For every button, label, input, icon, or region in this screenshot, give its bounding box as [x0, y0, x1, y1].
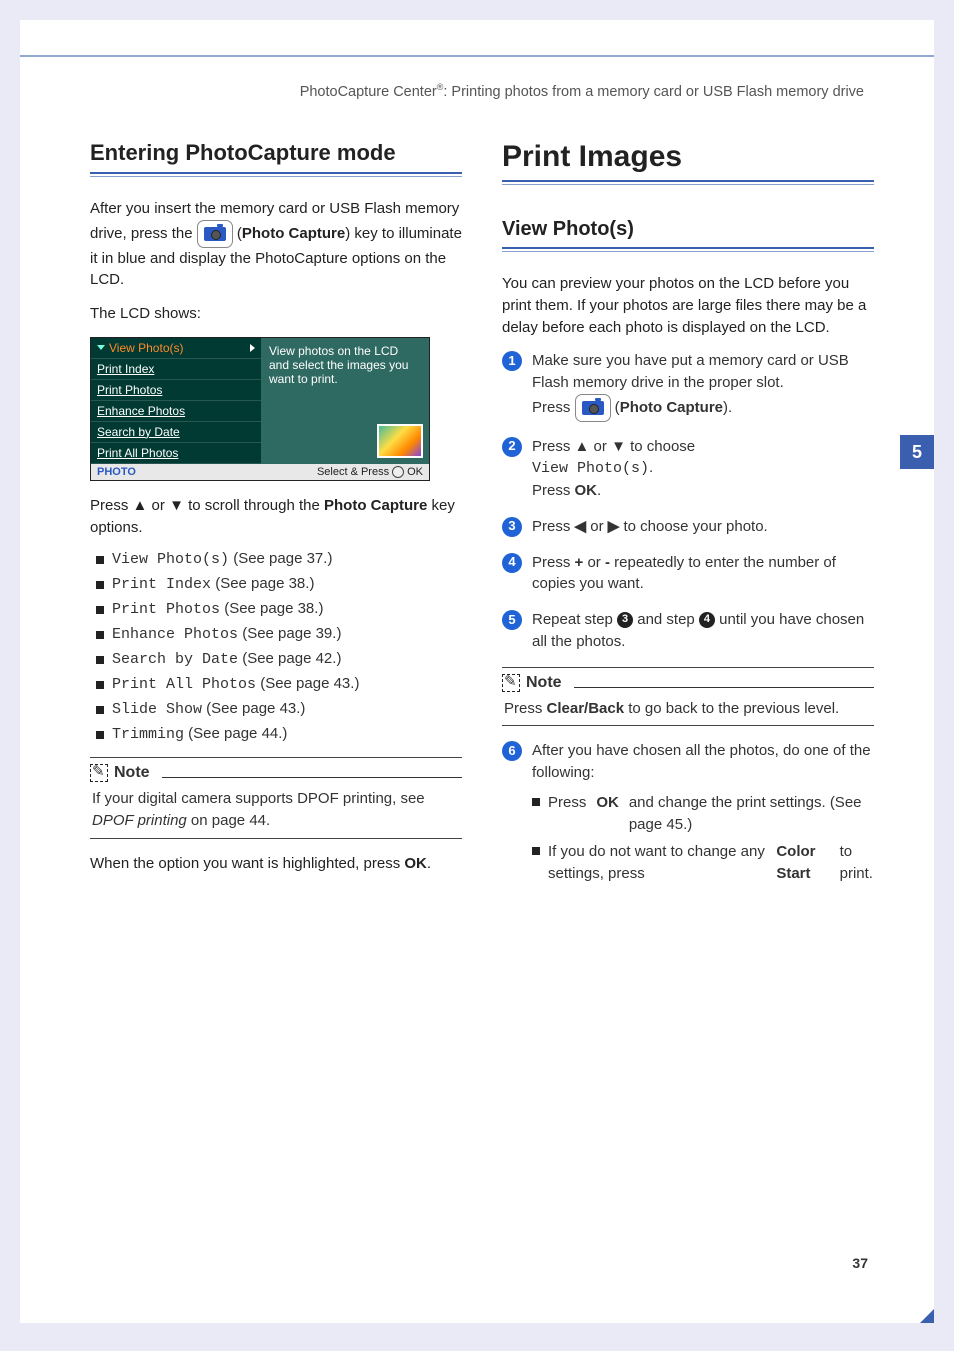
lcd-menu-item: Print Index	[91, 359, 261, 380]
header-text-right: : Printing photos from a memory card or …	[443, 84, 864, 100]
camera-icon	[204, 227, 226, 241]
p-press-ok: When the option you want is highlighted,…	[90, 853, 462, 875]
note-label: Note	[114, 764, 150, 782]
lcd-footer: PHOTO Select & Press OK	[91, 464, 429, 480]
lcd-menu-item: Enhance Photos	[91, 401, 261, 422]
list-item: If you do not want to change any setting…	[532, 841, 874, 885]
options-list: View Photo(s) (See page 37.) Print Index…	[96, 550, 462, 743]
note-body: Press Clear/Back to go back to the previ…	[502, 692, 874, 720]
list-item: Trimming (See page 44.)	[96, 725, 462, 743]
step-3: 3 Press ◀ or ▶ to choose your photo.	[502, 516, 874, 538]
lcd-foot-right: Select & Press OK	[317, 466, 423, 478]
list-item: Press OK and change the print settings. …	[532, 792, 874, 836]
page-inner: PhotoCapture Center®: Printing photos fr…	[20, 20, 934, 1323]
note-block: Note If your digital camera supports DPO…	[90, 757, 462, 839]
lcd-thumbnail	[377, 424, 423, 458]
list-item: Search by Date (See page 42.)	[96, 650, 462, 668]
list-item: Print Photos (See page 38.)	[96, 600, 462, 618]
lcd-foot-left: PHOTO	[97, 466, 136, 478]
steps-list: 1 Make sure you have put a memory card o…	[502, 350, 874, 652]
note-label: Note	[526, 674, 562, 692]
p-intro: After you insert the memory card or USB …	[90, 198, 462, 291]
note-rule	[162, 777, 462, 778]
list-item: View Photo(s) (See page 37.)	[96, 550, 462, 568]
note-header: Note	[90, 764, 462, 782]
camera-icon	[582, 401, 604, 415]
heading-rule	[502, 180, 874, 192]
step-2: 2 Press ▲ or ▼ to choose View Photo(s). …	[502, 436, 874, 502]
p-lcd-shows: The LCD shows:	[90, 303, 462, 325]
list-item: Slide Show (See page 43.)	[96, 700, 462, 718]
left-arrow-glyph: ◀	[575, 518, 587, 535]
photocapture-key-icon	[575, 394, 611, 422]
left-column: Entering PhotoCapture mode After you ins…	[90, 140, 462, 1243]
list-item: Print All Photos (See page 43.)	[96, 675, 462, 693]
right-column: Print Images View Photo(s) You can previ…	[502, 140, 874, 1243]
lcd-menu-item: Print Photos	[91, 380, 261, 401]
lcd-screenshot: View Photo(s) Print Index Print Photos E…	[90, 337, 430, 481]
note-rule	[574, 687, 874, 688]
content-columns: Entering PhotoCapture mode After you ins…	[90, 140, 874, 1243]
down-arrow-glyph: ▼	[611, 438, 626, 455]
corner-decoration	[920, 1309, 934, 1323]
step-4: 4 Press + or - repeatedly to enter the n…	[502, 552, 874, 596]
step-number-icon: 3	[502, 517, 522, 537]
p-intro-right: You can preview your photos on the LCD b…	[502, 273, 874, 338]
heading-rule	[502, 247, 874, 259]
list-item: Print Index (See page 38.)	[96, 575, 462, 593]
step-5: 5 Repeat step 3 and step 4 until you hav…	[502, 609, 874, 653]
lcd-menu-item: Search by Date	[91, 422, 261, 443]
top-rule	[20, 55, 934, 57]
chapter-tab: 5	[900, 435, 934, 469]
list-item: Enhance Photos (See page 39.)	[96, 625, 462, 643]
sub-options: Press OK and change the print settings. …	[532, 792, 874, 885]
down-arrow-glyph: ▼	[169, 497, 184, 514]
right-arrow-glyph: ▶	[608, 518, 620, 535]
lcd-description: View photos on the LCD and select the im…	[261, 338, 429, 464]
right-h1: Print Images	[502, 140, 874, 174]
running-header: PhotoCapture Center®: Printing photos fr…	[20, 82, 864, 100]
chapter-number: 5	[912, 442, 922, 463]
note-header: Note	[502, 674, 874, 692]
step-1: 1 Make sure you have put a memory card o…	[502, 350, 874, 421]
down-arrow-icon	[97, 345, 105, 350]
up-arrow-glyph: ▲	[575, 438, 590, 455]
photocapture-key-icon	[197, 220, 233, 248]
step-number-icon: 4	[502, 553, 522, 573]
step-6: 6 After you have chosen all the photos, …	[502, 740, 874, 891]
header-text-left: PhotoCapture Center	[300, 84, 437, 100]
note-icon	[502, 674, 520, 692]
lcd-body: View Photo(s) Print Index Print Photos E…	[91, 338, 429, 464]
left-heading: Entering PhotoCapture mode	[90, 140, 462, 166]
note-block: Note Press Clear/Back to go back to the …	[502, 667, 874, 727]
p-scroll: Press ▲ or ▼ to scroll through the Photo…	[90, 495, 462, 539]
up-arrow-glyph: ▲	[133, 497, 148, 514]
page-number: 37	[852, 1255, 868, 1271]
note-icon	[90, 764, 108, 782]
step-number-icon: 6	[502, 741, 522, 761]
note-body: If your digital camera supports DPOF pri…	[90, 782, 462, 832]
ok-circle-icon	[392, 466, 404, 478]
lcd-menu: View Photo(s) Print Index Print Photos E…	[91, 338, 261, 464]
step-ref-icon: 3	[617, 612, 633, 628]
step-number-icon: 1	[502, 351, 522, 371]
lcd-menu-item: Print All Photos	[91, 443, 261, 464]
steps-list-cont: 6 After you have chosen all the photos, …	[502, 740, 874, 891]
lcd-menu-selected: View Photo(s)	[91, 338, 261, 359]
step-ref-icon: 4	[699, 612, 715, 628]
heading-rule	[90, 172, 462, 184]
step-number-icon: 2	[502, 437, 522, 457]
right-arrow-icon	[250, 344, 255, 352]
step-number-icon: 5	[502, 610, 522, 630]
right-h3: View Photo(s)	[502, 218, 874, 241]
